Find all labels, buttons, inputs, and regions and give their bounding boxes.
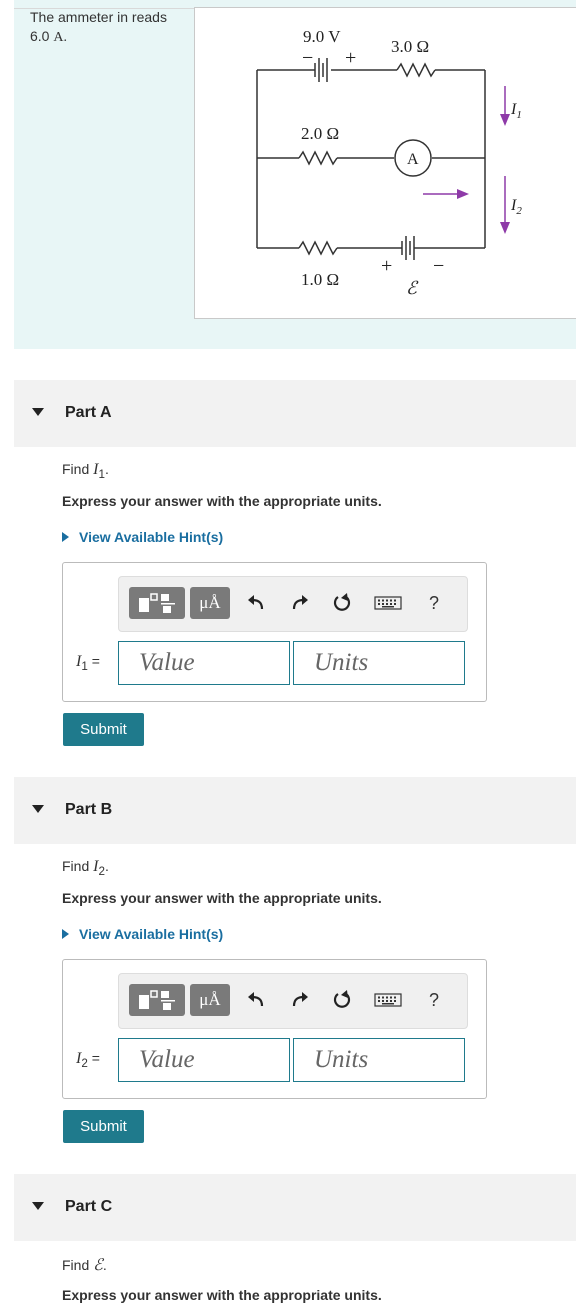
keyboard-button[interactable]	[371, 984, 405, 1016]
current-arrows	[423, 86, 510, 234]
part-a-question: Find I1.	[62, 461, 109, 481]
variable-label: I1 =	[76, 653, 100, 673]
value-input[interactable]: Value	[118, 1038, 290, 1082]
keyboard-button[interactable]	[371, 587, 405, 619]
reset-icon	[333, 990, 351, 1008]
emf-plus-sign: +	[381, 255, 392, 277]
units-button[interactable]: μÅ	[190, 587, 230, 619]
reset-button[interactable]	[329, 587, 355, 619]
help-button[interactable]: ?	[421, 984, 447, 1016]
keyboard-icon	[374, 993, 402, 1007]
units-button[interactable]: μÅ	[190, 984, 230, 1016]
part-b-hint-link[interactable]: View Available Hint(s)	[62, 926, 223, 942]
battery-minus-sign: −	[302, 47, 313, 69]
units-input[interactable]: Units	[293, 641, 465, 685]
redo-icon	[292, 595, 308, 610]
part-a-answer-box: μÅ ? I1 = Value Units	[62, 562, 487, 702]
part-a-submit-button[interactable]: Submit	[63, 713, 144, 746]
part-a-hint-link[interactable]: View Available Hint(s)	[62, 529, 223, 545]
redo-button[interactable]	[287, 587, 313, 619]
problem-text-unit: A.	[53, 30, 67, 45]
undo-icon	[248, 992, 264, 1007]
variable-label: I2 =	[76, 1050, 100, 1070]
question-text: Find	[62, 461, 90, 477]
collapse-caret-icon[interactable]	[32, 408, 44, 416]
expand-triangle-icon	[62, 929, 69, 939]
problem-statement: The ammeter in reads 6.0 A. 9.0 V + − 3.…	[14, 0, 576, 349]
part-b-instruction: Express your answer with the appropriate…	[62, 890, 382, 906]
redo-icon	[292, 992, 308, 1007]
ammeter-label: A	[407, 151, 419, 168]
part-b-submit-button[interactable]: Submit	[63, 1110, 144, 1143]
collapse-caret-icon[interactable]	[32, 1202, 44, 1210]
equals-sign: =	[91, 653, 100, 669]
part-c-instruction: Express your answer with the appropriate…	[62, 1287, 382, 1303]
emf-label: ℰ	[406, 278, 419, 298]
value-input[interactable]: Value	[118, 641, 290, 685]
part-b-question: Find I2.	[62, 858, 109, 878]
problem-text: The ammeter in reads 6.0 A.	[30, 8, 170, 47]
variable-subscript: 2	[81, 1056, 88, 1070]
question-period: .	[104, 858, 109, 874]
part-a-instruction: Express your answer with the appropriate…	[62, 493, 382, 509]
current-i1-label: I1	[510, 101, 522, 121]
templates-button[interactable]	[129, 587, 185, 619]
resistor-3ohm-label: 3.0 Ω	[391, 37, 429, 56]
redo-button[interactable]	[287, 984, 313, 1016]
help-button[interactable]: ?	[421, 587, 447, 619]
equals-sign: =	[91, 1050, 100, 1066]
math-toolbar: μÅ ?	[118, 973, 468, 1029]
battery-plus-sign: +	[345, 47, 356, 69]
circuit-diagram: 9.0 V + − 3.0 Ω 2.0 Ω A 1.0 Ω + − ℰ I1 I…	[256, 27, 522, 298]
expand-triangle-icon	[62, 532, 69, 542]
units-input[interactable]: Units	[293, 1038, 465, 1082]
question-period: .	[102, 1257, 107, 1273]
resistor-2ohm-label: 2.0 Ω	[301, 124, 339, 143]
part-c-header[interactable]: Part C	[14, 1174, 576, 1241]
collapse-caret-icon[interactable]	[32, 805, 44, 813]
question-text: Find	[62, 858, 90, 874]
part-b-header[interactable]: Part B	[14, 777, 576, 844]
question-period: .	[104, 461, 109, 477]
part-a-header[interactable]: Part A	[14, 380, 576, 447]
problem-text-body: The ammeter in reads 6.0	[30, 9, 167, 44]
hint-label: View Available Hint(s)	[79, 529, 224, 545]
resistor-1ohm-label: 1.0 Ω	[301, 270, 339, 289]
part-c-title: Part C	[65, 1198, 113, 1215]
question-text: Find	[62, 1257, 90, 1273]
part-a-title: Part A	[65, 404, 112, 421]
templates-icon	[139, 593, 175, 613]
hint-label: View Available Hint(s)	[79, 926, 224, 942]
undo-button[interactable]	[243, 587, 269, 619]
circuit-figure: 9.0 V + − 3.0 Ω 2.0 Ω A 1.0 Ω + − ℰ I1 I…	[194, 7, 576, 319]
question-symbol: ℰ	[93, 1257, 103, 1274]
battery-voltage-label: 9.0 V	[303, 27, 341, 46]
reset-icon	[333, 593, 351, 611]
templates-button[interactable]	[129, 984, 185, 1016]
undo-icon	[248, 595, 264, 610]
keyboard-icon	[374, 596, 402, 610]
reset-button[interactable]	[329, 984, 355, 1016]
part-b-title: Part B	[65, 801, 113, 818]
undo-button[interactable]	[243, 984, 269, 1016]
emf-minus-sign: −	[433, 255, 444, 277]
math-toolbar: μÅ ?	[118, 576, 468, 632]
current-i2-label: I2	[510, 197, 522, 217]
part-b-answer-box: μÅ ? I2 = Value Units	[62, 959, 487, 1099]
variable-subscript: 1	[81, 659, 88, 673]
part-c-question: Find ℰ.	[62, 1255, 107, 1275]
templates-icon	[139, 990, 175, 1010]
